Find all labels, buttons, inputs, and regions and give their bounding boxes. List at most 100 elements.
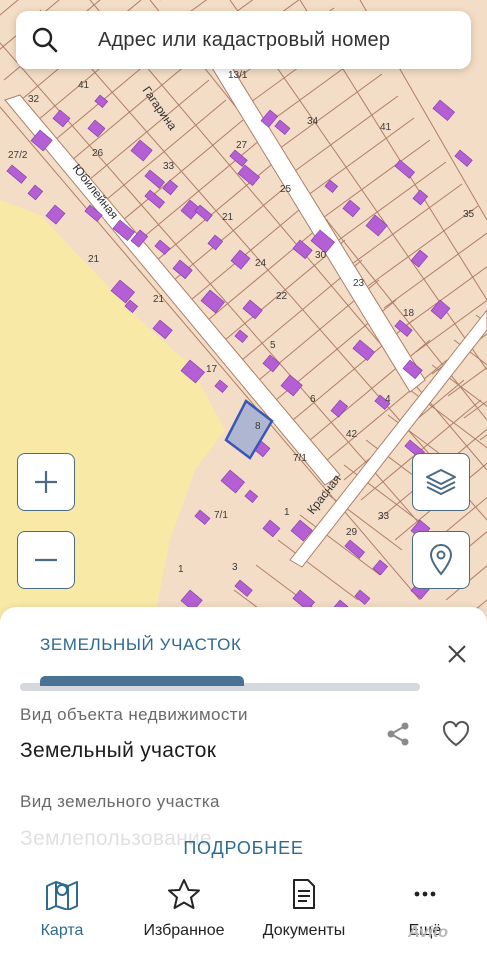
lot-number: 27/2 xyxy=(8,150,28,161)
map-icon xyxy=(46,881,78,910)
parcel-boundary xyxy=(122,119,244,221)
nav-item-documents[interactable]: Документы xyxy=(252,878,356,940)
nav-item-map[interactable]: Карта xyxy=(22,878,102,940)
lot-number: 34 xyxy=(307,116,319,127)
heart-icon xyxy=(442,720,470,747)
lot-number: 29 xyxy=(346,527,358,538)
building xyxy=(330,399,349,418)
nav-label-map: Карта xyxy=(40,922,84,939)
parcel-boundary xyxy=(367,205,479,287)
more-dots-icon xyxy=(414,891,436,897)
lot-number: 21 xyxy=(222,212,234,223)
building xyxy=(172,259,193,280)
building xyxy=(207,234,224,251)
building xyxy=(352,339,375,362)
building xyxy=(262,354,281,373)
lot-number: 32 xyxy=(28,94,40,105)
building xyxy=(394,159,415,179)
lot-number: 41 xyxy=(380,122,392,133)
tab-land-plot[interactable]: ЗЕМЕЛЬНЫЙ УЧАСТОК xyxy=(40,635,241,655)
building xyxy=(154,239,171,255)
lot-number: 35 xyxy=(463,209,475,220)
parcel-boundary xyxy=(207,219,329,321)
lot-number: 1 xyxy=(284,507,290,518)
star-icon xyxy=(168,879,200,909)
document-icon xyxy=(293,879,315,909)
building xyxy=(27,184,44,201)
building xyxy=(432,99,455,122)
building xyxy=(454,149,473,167)
building xyxy=(130,139,153,162)
building xyxy=(292,239,313,260)
building xyxy=(262,519,281,538)
minus-icon xyxy=(35,558,57,562)
lot-number: 7/1 xyxy=(214,510,228,521)
details-button[interactable]: ПОДРОБНЕЕ xyxy=(0,838,487,859)
bottom-navigation: Карта Избранное Документы Ещё xyxy=(0,862,487,960)
lot-number: 27 xyxy=(236,140,248,151)
tab-indicator xyxy=(40,676,244,686)
lot-number: 17 xyxy=(206,364,218,375)
lot-number: 21 xyxy=(153,294,165,305)
parcel-boundary xyxy=(71,59,193,161)
lot-number: 5 xyxy=(270,340,276,351)
lot-number: 6 xyxy=(310,394,316,405)
zoom-out-button[interactable] xyxy=(17,531,75,589)
lot-number: 4 xyxy=(385,394,391,405)
plus-icon xyxy=(35,471,57,493)
lot-number: 33 xyxy=(378,511,390,522)
search-input[interactable]: Адрес или кадастровый номер xyxy=(98,29,390,52)
lot-number: 25 xyxy=(280,184,292,195)
close-button[interactable] xyxy=(440,637,474,671)
lot-number: 42 xyxy=(346,429,358,440)
lot-number: 3 xyxy=(232,562,238,573)
parcel-boundary xyxy=(173,179,295,281)
lot-number: 21 xyxy=(88,254,100,265)
lot-number: 30 xyxy=(315,250,327,261)
lot-number: 8 xyxy=(255,421,261,432)
lot-number: 1 xyxy=(178,564,184,575)
nav-label-favorites: Избранное xyxy=(143,922,225,939)
lot-number: 13/1 xyxy=(228,70,248,81)
zoom-in-button[interactable] xyxy=(17,453,75,511)
nav-item-favorites[interactable]: Избранное xyxy=(132,878,236,940)
building xyxy=(430,299,451,320)
search-bar[interactable]: Адрес или кадастровый номер xyxy=(16,11,471,69)
location-button[interactable] xyxy=(412,531,470,589)
lot-number: 23 xyxy=(353,278,365,289)
lot-number: 26 xyxy=(92,148,104,159)
object-type-value: Земельный участок xyxy=(20,739,217,762)
layers-icon xyxy=(426,469,456,495)
building xyxy=(237,164,260,187)
nav-label-documents: Документы xyxy=(262,922,346,939)
parcel-boundary xyxy=(139,139,261,241)
building xyxy=(342,199,361,218)
lot-number: 18 xyxy=(403,308,415,319)
close-icon xyxy=(448,645,466,663)
avito-watermark: Avito xyxy=(408,924,448,941)
share-icon xyxy=(387,722,409,746)
lot-number: 7/1 xyxy=(293,453,307,464)
location-pin-icon xyxy=(429,544,453,576)
building xyxy=(242,299,263,320)
building xyxy=(6,164,27,184)
building xyxy=(45,204,66,225)
layers-button[interactable] xyxy=(412,453,470,511)
building xyxy=(244,489,259,503)
building xyxy=(372,559,389,576)
building xyxy=(234,329,249,343)
street-label-gagarina: Гагарина xyxy=(140,84,180,133)
building xyxy=(194,509,211,525)
building xyxy=(274,119,291,135)
building xyxy=(52,109,71,128)
building xyxy=(144,169,165,189)
lot-number: 22 xyxy=(276,291,288,302)
favorite-button[interactable] xyxy=(440,719,472,749)
share-button[interactable] xyxy=(383,719,413,749)
building xyxy=(234,579,253,597)
search-icon[interactable] xyxy=(16,11,74,69)
lot-number: 33 xyxy=(163,161,175,172)
building xyxy=(220,469,245,494)
lot-number: 24 xyxy=(255,258,267,269)
lot-number: 41 xyxy=(78,80,90,91)
